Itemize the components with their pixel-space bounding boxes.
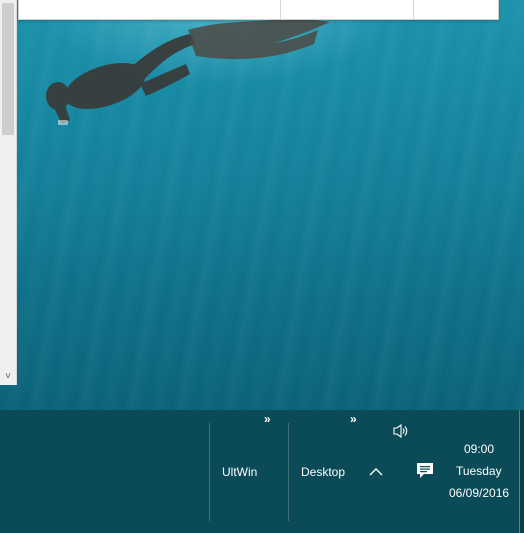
vertical-scrollbar[interactable]: ˅ (0, 0, 17, 385)
toolbar-separator[interactable] (288, 423, 289, 521)
toolbar-separator[interactable] (209, 423, 210, 521)
ultwin-overflow-chevron-icon[interactable]: » (264, 412, 271, 426)
clock-day[interactable]: Tuesday (456, 464, 502, 478)
toolbar-desktop-label[interactable]: Desktop (301, 465, 345, 479)
column-divider (413, 0, 414, 19)
action-center-icon[interactable] (416, 462, 434, 485)
scrollbar-thumb[interactable] (2, 3, 14, 135)
show-desktop-button[interactable] (519, 410, 524, 533)
window-fragment[interactable] (18, 0, 499, 20)
clock-time[interactable]: 09:00 (464, 442, 494, 456)
desktop-overflow-chevron-icon[interactable]: » (350, 412, 357, 426)
clock-date[interactable]: 06/09/2016 (449, 486, 509, 500)
toolbar-ultwin-label[interactable]: UltWin (222, 465, 257, 479)
show-hidden-icons-chevron-up-icon[interactable] (369, 463, 383, 481)
scroll-down-arrow-icon[interactable]: ˅ (0, 369, 16, 385)
speaker-icon[interactable] (392, 423, 410, 444)
desktop-wallpaper (0, 0, 524, 410)
swimmer-image (46, 18, 330, 125)
column-divider (280, 0, 281, 19)
taskbar: » UltWin » Desktop 09:00 Tuesday 06/09/2… (0, 410, 524, 533)
